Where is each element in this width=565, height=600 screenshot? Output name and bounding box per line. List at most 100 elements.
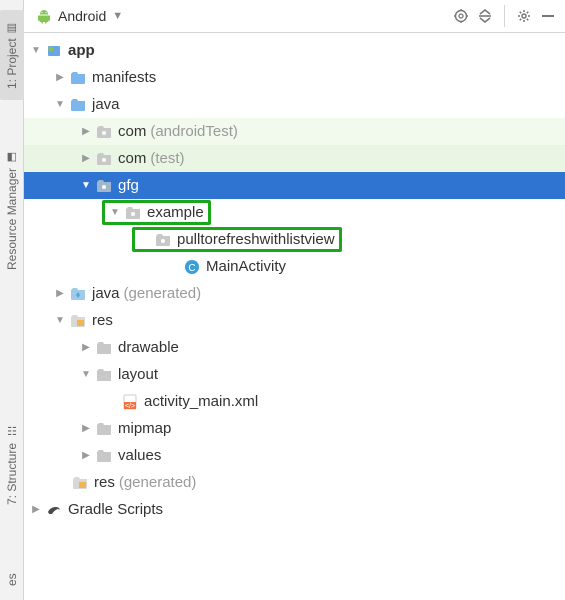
node-res[interactable]: res bbox=[24, 307, 565, 334]
node-suffix: (generated) bbox=[124, 285, 202, 302]
node-label: manifests bbox=[92, 69, 156, 86]
gradle-icon bbox=[46, 502, 62, 518]
node-label: gfg bbox=[118, 177, 139, 194]
package-icon bbox=[96, 151, 112, 167]
tab-favorites[interactable]: es bbox=[0, 560, 24, 600]
android-icon bbox=[36, 8, 52, 24]
chevron-down-icon: ▼ bbox=[112, 10, 123, 22]
expand-arrow-icon[interactable] bbox=[80, 423, 92, 434]
node-values[interactable]: values bbox=[24, 442, 565, 469]
folder-grey-icon bbox=[96, 421, 112, 437]
project-stripe-icon: ▤ bbox=[7, 21, 17, 34]
highlight-box: pulltorefreshwithlistview bbox=[132, 227, 342, 252]
project-tool-window: Android ▼ app manifests bbox=[24, 0, 565, 600]
tab-favorites-label: es bbox=[5, 574, 19, 587]
class-icon: C bbox=[184, 259, 200, 275]
collapse-all-button[interactable] bbox=[474, 5, 496, 27]
node-label: Gradle Scripts bbox=[68, 501, 163, 518]
expand-arrow-icon[interactable] bbox=[54, 315, 66, 326]
node-label: drawable bbox=[118, 339, 179, 356]
res-folder-icon bbox=[70, 313, 86, 329]
node-label: app bbox=[68, 42, 95, 59]
expand-arrow-icon[interactable] bbox=[54, 99, 66, 110]
node-java[interactable]: java bbox=[24, 91, 565, 118]
node-res-generated[interactable]: res (generated) bbox=[24, 469, 565, 496]
tool-window-stripe: 1: Project ▤ Resource Manager ◧ 7: Struc… bbox=[0, 0, 24, 600]
folder-grey-icon bbox=[96, 367, 112, 383]
expand-arrow-icon[interactable] bbox=[80, 342, 92, 353]
res-folder-icon bbox=[72, 475, 88, 491]
node-label: res bbox=[94, 474, 115, 491]
separator bbox=[504, 5, 505, 27]
folder-grey-icon bbox=[96, 448, 112, 464]
node-suffix: (test) bbox=[150, 150, 184, 167]
resource-manager-icon: ◧ bbox=[7, 150, 17, 163]
tab-resource-manager[interactable]: Resource Manager ◧ bbox=[0, 140, 24, 280]
expand-arrow-icon[interactable] bbox=[109, 207, 121, 218]
module-icon bbox=[46, 43, 62, 59]
node-mipmap[interactable]: mipmap bbox=[24, 415, 565, 442]
highlight-box: example bbox=[102, 200, 211, 225]
node-label: java bbox=[92, 285, 120, 302]
package-icon bbox=[96, 124, 112, 140]
node-label: example bbox=[147, 204, 204, 221]
expand-arrow-icon[interactable] bbox=[80, 180, 92, 191]
node-pulltorefresh[interactable]: pulltorefreshwithlistview bbox=[24, 226, 565, 253]
node-java-generated[interactable]: java (generated) bbox=[24, 280, 565, 307]
expand-arrow-icon[interactable] bbox=[54, 288, 66, 299]
node-suffix: (generated) bbox=[119, 474, 197, 491]
expand-arrow-icon[interactable] bbox=[80, 126, 92, 137]
structure-icon: ☷ bbox=[7, 425, 17, 438]
node-com-androidtest[interactable]: com (androidTest) bbox=[24, 118, 565, 145]
tab-project-label: 1: Project bbox=[5, 38, 19, 89]
android-view-selector[interactable]: Android ▼ bbox=[30, 6, 129, 26]
node-gradle-scripts[interactable]: Gradle Scripts bbox=[24, 496, 565, 523]
folder-icon bbox=[70, 70, 86, 86]
expand-arrow-icon[interactable] bbox=[30, 504, 42, 515]
folder-grey-icon bbox=[96, 340, 112, 356]
node-main-activity[interactable]: C MainActivity bbox=[24, 253, 565, 280]
node-label: activity_main.xml bbox=[144, 393, 258, 410]
node-label: MainActivity bbox=[206, 258, 286, 275]
svg-text:C: C bbox=[188, 263, 195, 274]
node-label: java bbox=[92, 96, 120, 113]
tab-structure[interactable]: 7: Structure ☷ bbox=[0, 410, 24, 520]
node-example[interactable]: example bbox=[24, 199, 565, 226]
tab-project[interactable]: 1: Project ▤ bbox=[0, 10, 24, 100]
expand-arrow-icon[interactable] bbox=[80, 450, 92, 461]
node-com-test[interactable]: com (test) bbox=[24, 145, 565, 172]
settings-button[interactable] bbox=[513, 5, 535, 27]
expand-arrow-icon[interactable] bbox=[80, 369, 92, 380]
expand-arrow-icon[interactable] bbox=[54, 72, 66, 83]
folder-icon bbox=[70, 97, 86, 113]
node-label: com bbox=[118, 150, 146, 167]
node-layout[interactable]: layout bbox=[24, 361, 565, 388]
node-manifests[interactable]: manifests bbox=[24, 64, 565, 91]
node-activity-main-xml[interactable]: </> activity_main.xml bbox=[24, 388, 565, 415]
node-suffix: (androidTest) bbox=[150, 123, 238, 140]
expand-arrow-icon[interactable] bbox=[80, 153, 92, 164]
node-label: pulltorefreshwithlistview bbox=[177, 231, 335, 248]
node-gfg[interactable]: gfg bbox=[24, 172, 565, 199]
package-icon bbox=[155, 232, 171, 248]
tab-structure-label: 7: Structure bbox=[5, 442, 19, 504]
expand-arrow-icon[interactable] bbox=[30, 45, 42, 56]
tab-resource-manager-label: Resource Manager bbox=[5, 167, 19, 269]
project-panel-header: Android ▼ bbox=[24, 0, 565, 33]
node-label: com bbox=[118, 123, 146, 140]
svg-text:</>: </> bbox=[125, 403, 135, 410]
node-label: layout bbox=[118, 366, 158, 383]
node-label: values bbox=[118, 447, 161, 464]
view-selector-label: Android bbox=[58, 8, 106, 24]
node-label: res bbox=[92, 312, 113, 329]
select-opened-file-button[interactable] bbox=[450, 5, 472, 27]
generated-folder-icon bbox=[70, 286, 86, 302]
node-drawable[interactable]: drawable bbox=[24, 334, 565, 361]
xml-file-icon: </> bbox=[122, 394, 138, 410]
package-icon bbox=[96, 178, 112, 194]
node-app[interactable]: app bbox=[24, 37, 565, 64]
hide-button[interactable] bbox=[537, 5, 559, 27]
package-icon bbox=[125, 205, 141, 221]
node-label: mipmap bbox=[118, 420, 171, 437]
project-tree[interactable]: app manifests java com (androidTest) com bbox=[24, 33, 565, 600]
